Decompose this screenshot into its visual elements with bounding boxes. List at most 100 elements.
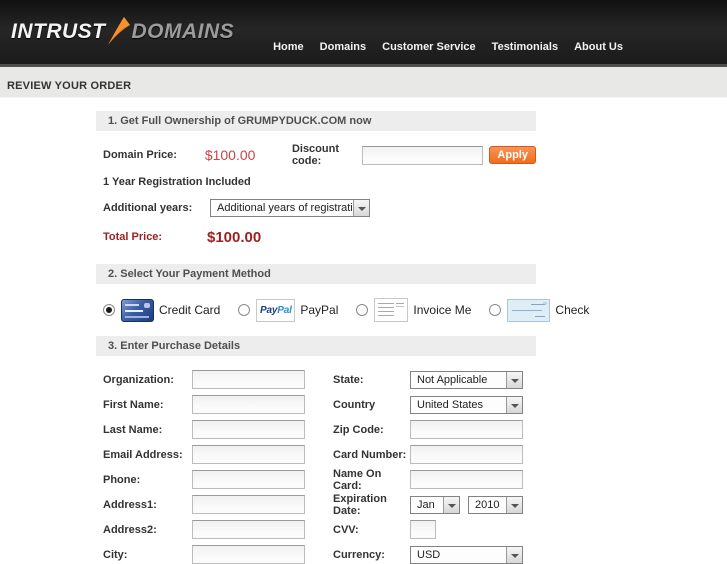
site-logo[interactable]: INTRUST DOMAINS: [11, 16, 234, 44]
check-radio[interactable]: [489, 304, 501, 316]
domain-price-row: Domain Price: $100.00 Discount code: App…: [96, 145, 536, 165]
invoice-icon: [374, 298, 408, 322]
total-price-label: Total Price:: [103, 231, 207, 243]
paypal-label: PayPal: [300, 303, 338, 317]
main-nav: Home Domains Customer Service Testimonia…: [273, 41, 623, 53]
nav-item-domains[interactable]: Domains: [320, 41, 366, 53]
logo-text-domains: DOMAINS: [132, 20, 235, 44]
zip-code-label: Zip Code:: [333, 424, 410, 436]
additional-years-select-value: Additional years of registration: [211, 202, 353, 214]
address1-field[interactable]: [192, 495, 305, 514]
nav-item-home[interactable]: Home: [273, 41, 304, 53]
credit-card-radio[interactable]: [103, 304, 115, 316]
last-name-field[interactable]: [192, 420, 305, 439]
card-number-label: Card Number:: [333, 449, 410, 461]
state-select-value: Not Applicable: [411, 374, 506, 386]
first-name-label: First Name:: [103, 399, 192, 411]
check-icon: [507, 299, 550, 322]
payment-method-invoice: Invoice Me: [356, 298, 471, 322]
paypal-radio[interactable]: [238, 304, 250, 316]
section-2-header: 2. Select Your Payment Method: [96, 264, 536, 284]
domain-price-value: $100.00: [205, 147, 292, 163]
payment-method-credit-card: Credit Card: [103, 299, 220, 322]
chevron-down-icon: [506, 397, 522, 413]
organization-field[interactable]: [192, 370, 305, 389]
name-on-card-label: Name On Card:: [333, 468, 410, 492]
apply-button[interactable]: Apply: [489, 146, 536, 164]
form-row-address2-cvv: Address2: CVV:: [96, 520, 536, 539]
check-label: Check: [555, 303, 589, 317]
cvv-field[interactable]: [410, 520, 436, 539]
invoice-label: Invoice Me: [413, 303, 471, 317]
form-row-city-currency: City: Currency: USD: [96, 545, 536, 564]
registration-note: 1 Year Registration Included: [96, 176, 536, 188]
chevron-down-icon: [506, 497, 522, 513]
expiration-date-label: Expiration Date:: [333, 493, 410, 517]
currency-select-value: USD: [411, 549, 506, 561]
page-title: REVIEW YOUR ORDER: [0, 67, 727, 92]
form-row-lastname-zip: Last Name: Zip Code:: [96, 420, 536, 439]
country-label: Country: [333, 399, 410, 411]
additional-years-select[interactable]: Additional years of registration: [210, 199, 370, 217]
logo-text-intrust: INTRUST: [11, 20, 106, 44]
zip-code-field[interactable]: [410, 420, 523, 439]
phone-field[interactable]: [192, 470, 305, 489]
section-3-header: 3. Enter Purchase Details: [96, 336, 536, 356]
chevron-down-icon: [506, 547, 522, 563]
additional-years-row: Additional years: Additional years of re…: [96, 199, 536, 217]
logo-arrow-icon: [107, 16, 131, 46]
form-row-email-cardnumber: Email Address: Card Number:: [96, 445, 536, 464]
additional-years-label: Additional years:: [103, 202, 210, 214]
nav-item-testimonials[interactable]: Testimonials: [492, 41, 558, 53]
chevron-down-icon: [506, 372, 522, 388]
nav-item-customer-service[interactable]: Customer Service: [382, 41, 476, 53]
currency-label: Currency:: [333, 549, 410, 561]
order-content: 1. Get Full Ownership of GRUMPYDUCK.COM …: [96, 111, 536, 564]
expiration-year-select[interactable]: 2010: [468, 496, 523, 514]
paypal-icon: PayPal: [256, 299, 295, 322]
total-price-row: Total Price: $100.00: [96, 227, 536, 247]
chevron-down-icon: [353, 200, 369, 216]
total-price-value: $100.00: [207, 229, 261, 246]
email-label: Email Address:: [103, 449, 192, 461]
invoice-radio[interactable]: [356, 304, 368, 316]
site-header: INTRUST DOMAINS Home Domains Customer Se…: [0, 0, 727, 67]
domain-price-label: Domain Price:: [103, 149, 205, 161]
state-select[interactable]: Not Applicable: [410, 371, 523, 389]
address2-field[interactable]: [192, 520, 305, 539]
expiration-date-group: Jan 2010: [410, 496, 523, 514]
purchase-details-form: Organization: State: Not Applicable Firs…: [96, 370, 536, 564]
country-select[interactable]: United States: [410, 396, 523, 414]
expiration-month-value: Jan: [411, 499, 443, 511]
section-1-header: 1. Get Full Ownership of GRUMPYDUCK.COM …: [96, 111, 536, 131]
city-label: City:: [103, 549, 192, 561]
credit-card-icon: [121, 299, 154, 322]
currency-select[interactable]: USD: [410, 546, 523, 564]
discount-code-input[interactable]: [362, 146, 483, 165]
address1-label: Address1:: [103, 499, 192, 511]
payment-method-paypal: PayPal PayPal: [238, 299, 338, 322]
country-select-value: United States: [411, 399, 506, 411]
payment-methods-row: Credit Card PayPal PayPal Invoice Me Che…: [96, 296, 536, 324]
state-label: State:: [333, 374, 410, 386]
city-field[interactable]: [192, 545, 305, 564]
card-number-field[interactable]: [410, 445, 523, 464]
phone-label: Phone:: [103, 474, 192, 486]
expiration-month-select[interactable]: Jan: [410, 496, 460, 514]
payment-method-check: Check: [489, 299, 589, 322]
chevron-down-icon: [443, 497, 459, 513]
paypal-logo-pay: Pay: [260, 305, 277, 316]
form-row-firstname-country: First Name: Country United States: [96, 395, 536, 414]
form-row-organization-state: Organization: State: Not Applicable: [96, 370, 536, 389]
last-name-label: Last Name:: [103, 424, 192, 436]
form-row-address1-expiration: Address1: Expiration Date: Jan 2010: [96, 495, 536, 514]
name-on-card-field[interactable]: [410, 470, 523, 489]
review-order-band: REVIEW YOUR ORDER: [0, 67, 727, 98]
nav-item-about-us[interactable]: About Us: [574, 41, 623, 53]
discount-code-label: Discount code:: [292, 143, 362, 167]
paypal-logo-pal: Pal: [277, 305, 291, 316]
address2-label: Address2:: [103, 524, 192, 536]
cvv-label: CVV:: [333, 524, 410, 536]
first-name-field[interactable]: [192, 395, 305, 414]
email-field[interactable]: [192, 445, 305, 464]
